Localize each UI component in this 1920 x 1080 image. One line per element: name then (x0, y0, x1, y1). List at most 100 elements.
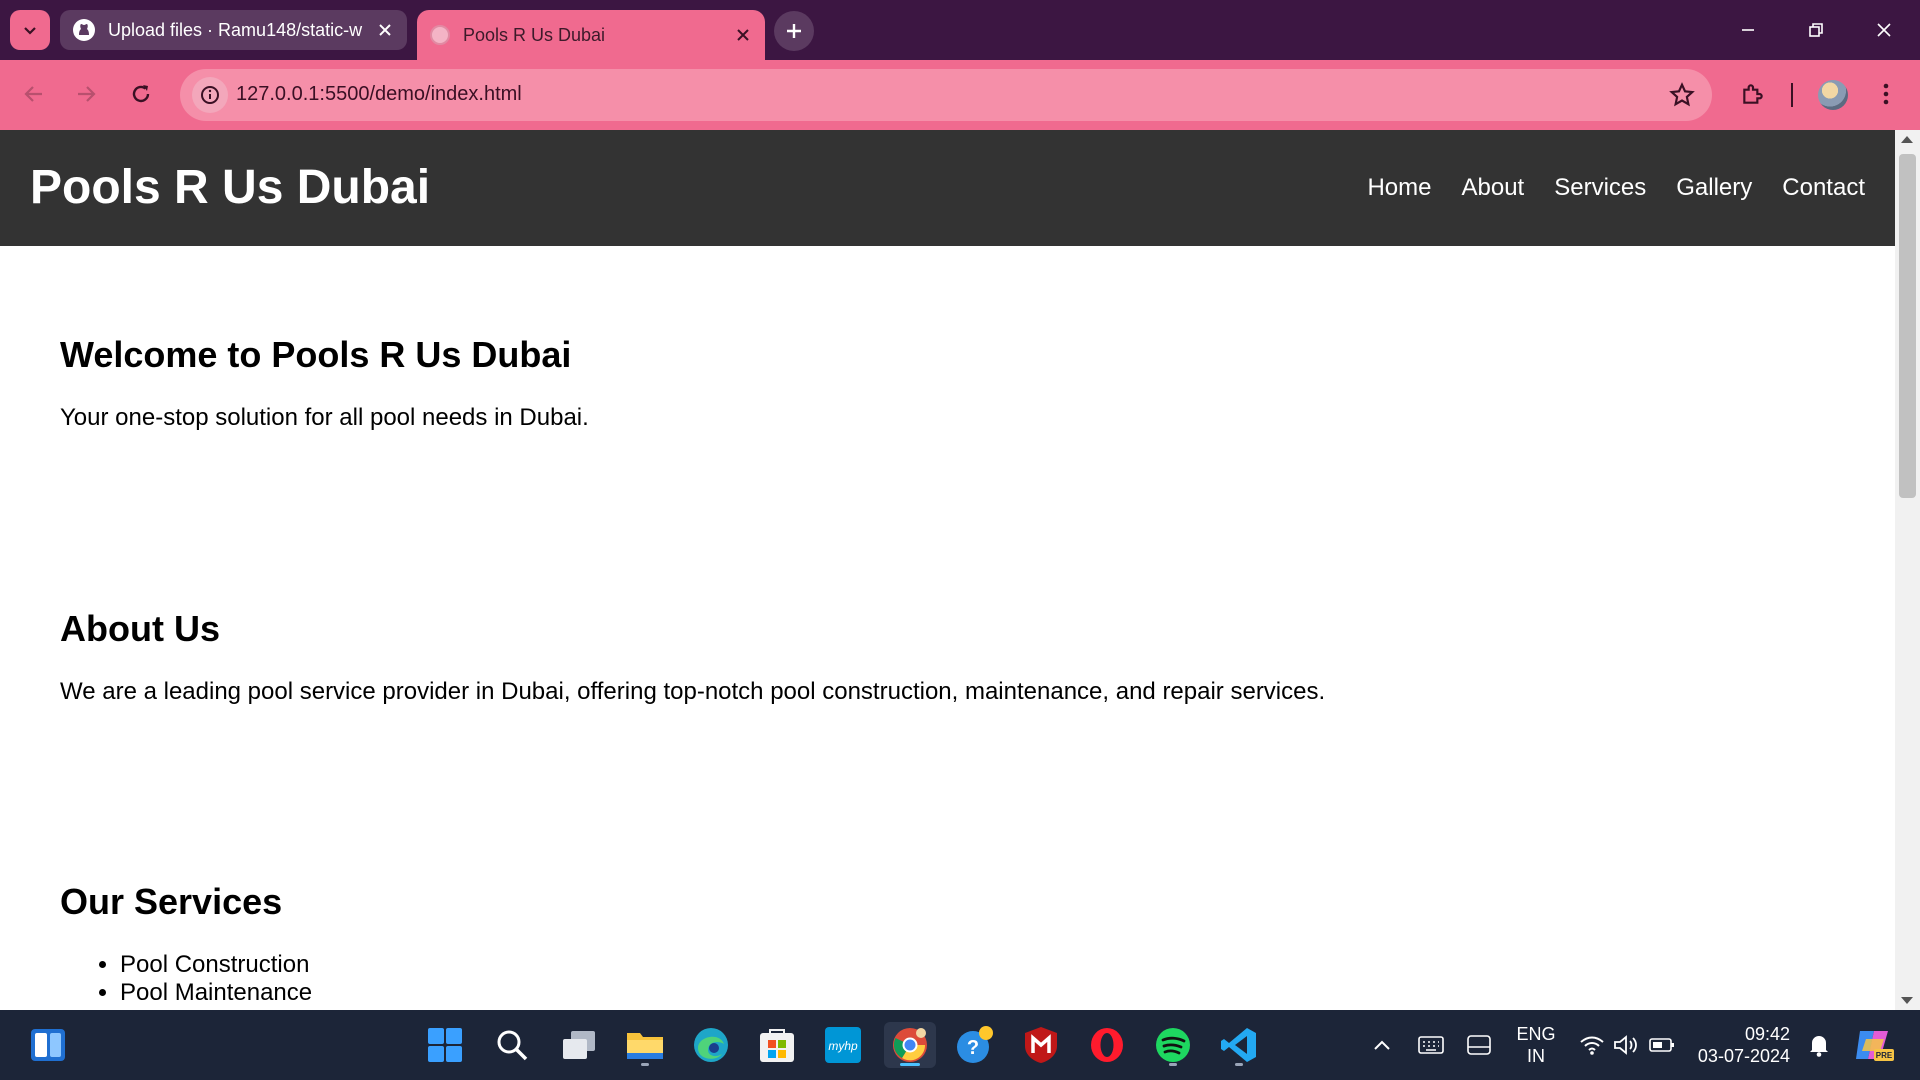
file-explorer-button[interactable] (622, 1022, 668, 1068)
windows-taskbar: myhp ? ENG IN 09:42 03-07-2024 PRE (0, 1010, 1920, 1080)
clock-date: 03-07-2024 (1697, 1046, 1790, 1066)
close-icon[interactable] (375, 20, 395, 40)
chevron-down-icon (24, 27, 36, 35)
chevron-up-icon (1374, 1040, 1390, 1050)
myhp-icon: myhp (825, 1027, 861, 1063)
display-button[interactable] (1462, 1010, 1496, 1080)
copilot-button[interactable]: PRE (1852, 1010, 1896, 1080)
minimize-button[interactable] (1728, 12, 1768, 48)
active-indicator (900, 1063, 920, 1066)
tab-pools-r-us[interactable]: Pools R Us Dubai (417, 10, 765, 60)
new-tab-button[interactable] (774, 11, 814, 51)
clock-time: 09:42 (1744, 1024, 1790, 1044)
nav-link-home[interactable]: Home (1367, 174, 1431, 202)
star-icon (1669, 82, 1695, 107)
start-button[interactable] (422, 1022, 468, 1068)
nav-link-about[interactable]: About (1462, 174, 1525, 202)
edge-icon (694, 1028, 728, 1062)
site-info-button[interactable] (192, 77, 228, 113)
svg-text:?: ? (967, 1037, 979, 1059)
copilot-icon: PRE (1856, 1031, 1894, 1061)
clock-button[interactable]: 09:42 03-07-2024 (1690, 1010, 1790, 1080)
nav-link-contact[interactable]: Contact (1782, 174, 1865, 202)
volume-button[interactable] (1612, 1010, 1640, 1080)
folder-icon (627, 1033, 663, 1059)
store-icon (760, 1029, 794, 1062)
list-item: Pool Maintenance (120, 979, 312, 1007)
language-indicator[interactable]: ENG IN (1510, 1010, 1562, 1080)
tab-title: Pools R Us Dubai (463, 24, 606, 45)
get-help-button[interactable]: ? (952, 1022, 998, 1068)
reload-icon (132, 85, 150, 103)
address-bar[interactable]: 127.0.0.1:5500/demo/index.html (180, 69, 1712, 121)
site-header: Pools R Us Dubai Home About Services Gal… (0, 130, 1895, 246)
opera-icon (1091, 1028, 1123, 1062)
minimize-icon (1742, 29, 1754, 31)
close-window-button[interactable] (1864, 12, 1904, 48)
vscode-button[interactable] (1216, 1022, 1262, 1068)
region-code: IN (1526, 1046, 1545, 1066)
network-button[interactable] (1578, 1010, 1606, 1080)
mcafee-icon (1025, 1027, 1057, 1063)
nav-link-services[interactable]: Services (1554, 174, 1646, 202)
spotify-icon (1156, 1028, 1190, 1062)
language-code: ENG (1516, 1024, 1556, 1044)
chrome-button[interactable] (884, 1022, 936, 1068)
myhp-button[interactable]: myhp (820, 1022, 866, 1068)
opera-button[interactable] (1084, 1022, 1130, 1068)
notifications-button[interactable] (1804, 1010, 1834, 1080)
page-viewport: Pools R Us Dubai Home About Services Gal… (0, 130, 1895, 1010)
nav-link-gallery[interactable]: Gallery (1676, 174, 1752, 202)
about-text: We are a leading pool service provider i… (60, 678, 1326, 705)
site-title: Pools R Us Dubai (30, 161, 431, 214)
scroll-down-arrow[interactable] (1901, 997, 1913, 1004)
restore-button[interactable] (1796, 12, 1836, 48)
extensions-button[interactable] (1733, 74, 1773, 114)
show-hidden-icons-button[interactable] (1370, 1010, 1394, 1080)
windows-start-icon (428, 1028, 462, 1062)
taskbar-search-button[interactable] (489, 1022, 535, 1068)
about-heading: About Us (60, 608, 220, 649)
close-icon (1877, 23, 1891, 37)
toolbar-divider (1791, 83, 1793, 107)
browser-menu-button[interactable] (1866, 74, 1906, 114)
site-nav: Home About Services Gallery Contact (1367, 174, 1865, 202)
tab-upload-files[interactable]: Upload files · Ramu148/static-w (60, 10, 407, 50)
url-text[interactable]: 127.0.0.1:5500/demo/index.html (236, 83, 522, 106)
running-indicator (1169, 1063, 1177, 1066)
about-section: About Us We are a leading pool service p… (60, 608, 1325, 706)
welcome-heading: Welcome to Pools R Us Dubai (60, 334, 572, 375)
bell-icon (1810, 1036, 1828, 1057)
display-icon (1467, 1035, 1491, 1055)
welcome-section: Welcome to Pools R Us Dubai Your one-sto… (60, 334, 589, 432)
reload-button[interactable] (121, 74, 161, 114)
browser-tab-strip: Upload files · Ramu148/static-w Pools R … (0, 0, 1920, 60)
tab-title: Upload files · Ramu148/static-w (108, 19, 363, 40)
services-section: Our Services Pool Construction Pool Main… (60, 881, 312, 1007)
keyboard-icon (1418, 1036, 1444, 1054)
browser-toolbar: 127.0.0.1:5500/demo/index.html (0, 60, 1920, 130)
spotify-button[interactable] (1150, 1022, 1196, 1068)
running-indicator (641, 1063, 649, 1066)
profile-avatar[interactable] (1818, 80, 1848, 110)
page-scrollbar[interactable] (1895, 130, 1920, 1010)
volume-icon (1614, 1035, 1637, 1055)
more-vertical-icon (1883, 83, 1889, 105)
widgets-button[interactable] (25, 1022, 71, 1068)
scroll-up-arrow[interactable] (1901, 136, 1913, 143)
forward-button[interactable] (66, 74, 106, 114)
battery-icon (1649, 1038, 1674, 1052)
scrollbar-thumb[interactable] (1899, 154, 1916, 498)
task-view-button[interactable] (556, 1022, 602, 1068)
bookmark-button[interactable] (1668, 81, 1696, 109)
store-button[interactable] (754, 1022, 800, 1068)
back-button[interactable] (14, 74, 54, 114)
battery-button[interactable] (1648, 1010, 1676, 1080)
touch-keyboard-button[interactable] (1414, 1010, 1448, 1080)
edge-button[interactable] (688, 1022, 734, 1068)
close-icon[interactable] (733, 25, 753, 45)
chrome-icon (893, 1028, 927, 1062)
search-icon (497, 1030, 528, 1061)
mcafee-button[interactable] (1018, 1022, 1064, 1068)
tab-search-button[interactable] (10, 10, 50, 50)
